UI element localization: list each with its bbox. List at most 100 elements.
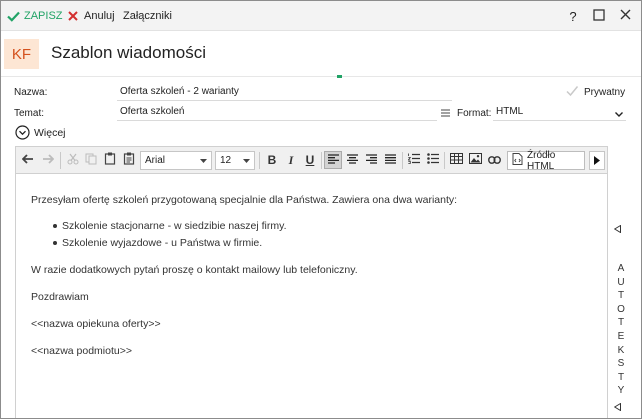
bullet-dot <box>53 241 57 245</box>
body-paragraph: <<nazwa podmiotu>> <box>31 345 132 357</box>
undo-icon <box>21 153 34 167</box>
name-field[interactable]: Oferta szkoleń - 2 warianty <box>117 84 452 101</box>
header-indicator <box>337 75 342 78</box>
header-divider <box>1 76 641 77</box>
toolbar-separator <box>60 152 61 169</box>
cancel-label: Anuluj <box>84 10 115 22</box>
body-list-item: Szkolenie stacjonarne - w siedzibie nasz… <box>62 220 287 232</box>
align-left-button[interactable] <box>324 151 342 169</box>
module-badge: KF <box>4 39 39 69</box>
toolbar-separator <box>444 152 445 169</box>
help-icon: ? <box>569 8 577 24</box>
align-right-icon <box>365 153 377 167</box>
page-header: KF Szablon wiadomości <box>1 31 641 76</box>
underline-label: U <box>305 153 315 167</box>
copy-icon <box>85 153 97 168</box>
body-paragraph: Przesyłam ofertę szkoleń przygotowaną sp… <box>31 194 458 206</box>
copy-button[interactable] <box>82 151 100 169</box>
body-paragraph: <<nazwa opiekuna oferty>> <box>31 318 161 330</box>
maximize-icon <box>593 8 605 24</box>
justify-button[interactable] <box>381 151 399 169</box>
check-icon <box>7 11 20 22</box>
format-value: HTML <box>496 106 524 117</box>
table-icon <box>449 153 463 167</box>
align-center-button[interactable] <box>343 151 361 169</box>
autotext-label[interactable]: AUTOTEKSTY <box>616 262 626 398</box>
attachments-label: Załączniki <box>123 10 172 22</box>
align-center-icon <box>346 153 358 167</box>
autotext-collapse-button[interactable] <box>612 224 622 234</box>
toolbar-expand-button[interactable] <box>589 151 605 170</box>
play-icon <box>594 154 600 168</box>
cancel-button[interactable]: Anuluj <box>68 1 115 31</box>
justify-icon <box>384 153 396 167</box>
paste-button[interactable] <box>101 151 119 169</box>
html-source-button[interactable]: Źródło HTML <box>507 149 585 172</box>
align-left-icon <box>327 153 339 167</box>
help-button[interactable]: ? <box>565 8 581 24</box>
save-label: ZAPISZ <box>24 10 63 22</box>
align-right-button[interactable] <box>362 151 380 169</box>
subject-label: Temat: <box>14 108 45 119</box>
underline-button[interactable]: U <box>301 151 319 169</box>
redo-icon <box>42 153 55 167</box>
numbered-list-icon <box>407 153 420 167</box>
autotext-expand-button[interactable] <box>612 402 622 412</box>
editor-content[interactable]: Przesyłam ofertę szkoleń przygotowaną sp… <box>15 174 608 418</box>
bold-button[interactable]: B <box>263 151 281 169</box>
body-list-item: Szkolenie wyjazdowe - u Państwa w firmie… <box>62 237 263 249</box>
italic-button[interactable]: I <box>282 151 300 169</box>
image-button[interactable] <box>466 151 484 169</box>
close-window-icon <box>620 9 631 23</box>
toolbar-separator <box>402 152 403 169</box>
bullet-list-icon <box>427 153 439 167</box>
subject-menu-icon[interactable] <box>438 106 452 120</box>
cut-button[interactable] <box>64 151 82 169</box>
more-toggle[interactable] <box>14 124 30 140</box>
top-toolbar: ZAPISZ Anuluj Załączniki ? <box>1 1 641 31</box>
italic-label: I <box>288 152 294 167</box>
close-window-button[interactable] <box>617 8 633 24</box>
autotext-label-text: AUTOTEKSTY <box>617 263 625 397</box>
font-size-select[interactable]: 12 <box>215 151 255 170</box>
caret-down-icon <box>200 155 207 166</box>
name-label: Nazwa: <box>14 87 48 98</box>
numbered-list-button[interactable] <box>405 151 423 169</box>
subject-field[interactable]: Oferta szkoleń <box>117 104 437 121</box>
body-paragraph: Pozdrawiam <box>31 291 89 303</box>
module-badge-text: KF <box>11 45 32 63</box>
link-button[interactable] <box>485 151 503 169</box>
body-paragraph: W razie dodatkowych pytań proszę o konta… <box>31 264 358 276</box>
close-icon <box>68 11 78 21</box>
format-label: Format: <box>457 108 492 119</box>
caret-down-icon <box>243 155 250 166</box>
source-label: Źródło HTML <box>527 149 556 172</box>
image-icon <box>468 153 482 167</box>
more-label[interactable]: Więcej <box>34 127 66 139</box>
undo-button[interactable] <box>19 151 37 169</box>
save-button[interactable]: ZAPISZ <box>7 1 63 31</box>
chevron-down-icon <box>615 109 623 120</box>
cut-icon <box>67 153 79 168</box>
paste-text-button[interactable] <box>120 151 138 169</box>
editor-toolbar: Arial 12 B I U Źródło HTML <box>15 146 608 174</box>
attachments-button[interactable]: Załączniki <box>123 1 172 31</box>
bullet-list-button[interactable] <box>424 151 442 169</box>
font-select[interactable]: Arial <box>140 151 212 170</box>
font-size-value: 12 <box>220 155 232 166</box>
link-icon <box>487 153 501 167</box>
font-value: Arial <box>145 155 166 166</box>
toolbar-separator <box>259 152 260 169</box>
format-select[interactable]: HTML <box>493 104 626 121</box>
paste-icon <box>104 152 116 168</box>
page-title: Szablon wiadomości <box>51 43 206 62</box>
bold-label: B <box>267 153 277 167</box>
private-label: Prywatny <box>584 87 626 98</box>
redo-button[interactable] <box>39 151 57 169</box>
table-button[interactable] <box>447 151 465 169</box>
source-icon <box>512 153 523 168</box>
toolbar-separator <box>321 152 322 169</box>
paste-text-icon <box>123 152 135 168</box>
maximize-button[interactable] <box>591 8 607 24</box>
private-checkbox[interactable] <box>565 84 579 98</box>
